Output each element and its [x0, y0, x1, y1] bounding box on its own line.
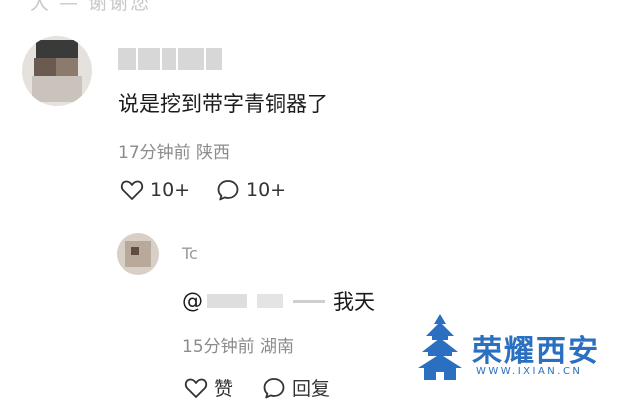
reply-like-button[interactable]: 赞	[184, 374, 233, 401]
mention-obscured-2	[257, 294, 283, 308]
reply-avatar[interactable]	[117, 233, 159, 275]
reply-location: 湖南	[260, 337, 295, 357]
reply-count: 10+	[246, 179, 287, 201]
reply-text-line: @ 我天	[182, 286, 375, 316]
reply-time: 15分钟前	[182, 337, 255, 357]
watermark-name: 荣耀西安	[472, 334, 600, 369]
watermark-url: WWW.IXIAN.CN	[476, 366, 583, 377]
mention-obscured[interactable]	[207, 294, 247, 308]
like-count: 10+	[150, 179, 191, 201]
comment-meta: 17分钟前 陕西	[118, 138, 230, 163]
reply-username[interactable]: Tc	[182, 244, 198, 263]
like-button[interactable]: 10+	[120, 179, 190, 201]
partial-header-text: 大 — 谢谢您	[30, 0, 152, 14]
avatar[interactable]	[22, 36, 92, 106]
comment-time: 17分钟前	[118, 143, 191, 163]
comment-location: 陕西	[196, 143, 231, 163]
comment-bubble-icon	[263, 377, 285, 398]
heart-icon	[120, 180, 144, 200]
reply-meta: 15分钟前 湖南	[182, 332, 294, 357]
pagoda-logo-icon	[418, 314, 462, 380]
mention-prefix: @	[182, 289, 203, 313]
reply-label: 回复	[292, 378, 331, 400]
comment-bubble-icon	[217, 180, 239, 201]
mention-obscured-3	[293, 299, 325, 303]
heart-icon	[184, 378, 208, 398]
comment-text: 说是挖到带字青铜器了	[118, 92, 328, 116]
reply-button[interactable]: 回复	[262, 374, 330, 401]
username-obscured[interactable]	[118, 48, 224, 74]
like-label: 赞	[214, 378, 234, 400]
reply-count-button[interactable]: 10+	[216, 179, 286, 201]
reply-text: 我天	[333, 290, 375, 314]
